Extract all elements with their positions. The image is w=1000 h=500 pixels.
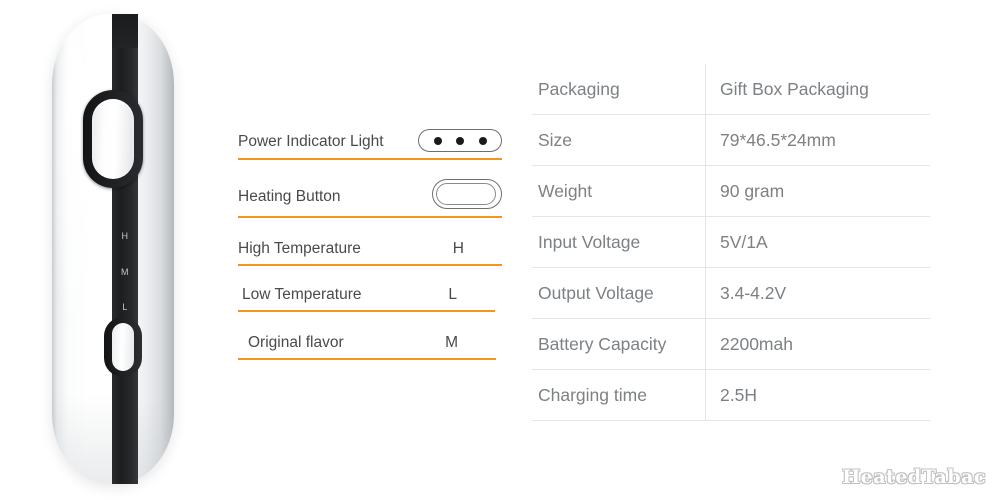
indicator-dot	[478, 136, 487, 145]
legend-value-original-flavor: M	[445, 334, 458, 351]
legend-label-low-temperature: Low Temperature	[242, 286, 362, 303]
legend-value-low-temperature: L	[448, 286, 457, 303]
legend-row-low-temperature: Low Temperature L	[238, 266, 495, 312]
legend-row-power-indicator-light: Power Indicator Light	[238, 124, 502, 160]
indicator-dot	[456, 136, 464, 145]
legend-label-power-indicator-light: Power Indicator Light	[238, 133, 384, 150]
device-power-button-inner	[92, 99, 134, 179]
device-mark-low: L	[122, 302, 128, 312]
spec-value-output-voltage: 3.4-4.2V	[720, 282, 787, 303]
spec-value-input-voltage: 5V/1A	[720, 231, 768, 252]
indicator-dot	[433, 136, 442, 145]
table-row: Packaging Gift Box Packaging	[532, 63, 930, 115]
table-row: Weight 90 gram	[532, 165, 930, 217]
spec-value-packaging: Gift Box Packaging	[720, 78, 869, 99]
spec-value-weight: 90 gram	[720, 180, 785, 201]
device-mode-button-inner	[112, 323, 134, 371]
spec-key-size: Size	[538, 129, 573, 150]
stadium-button-icon	[432, 179, 502, 209]
device-mark-medium: M	[121, 266, 129, 277]
table-row: Charging time 2.5H	[532, 369, 930, 421]
table-row: Input Voltage 5V/1A	[532, 216, 930, 268]
table-row: Output Voltage 3.4-4.2V	[532, 267, 930, 319]
spec-value-size: 79*46.5*24mm	[720, 129, 836, 150]
legend-value-high-temperature: H	[452, 240, 464, 257]
table-row: Battery Capacity 2200mah	[532, 318, 930, 370]
product-device-image: H M L	[52, 14, 174, 484]
device-mark-high: H	[121, 231, 129, 241]
device-stripe-top-cap	[112, 14, 138, 48]
three-dot-pill-icon	[418, 129, 502, 152]
spec-value-battery-capacity: 2200mah	[720, 333, 793, 354]
legend-label-high-temperature: High Temperature	[238, 240, 361, 257]
spec-key-weight: Weight	[538, 180, 593, 201]
legend-label-heating-button: Heating Button	[238, 188, 341, 205]
legend-row-high-temperature: High Temperature H	[238, 218, 502, 266]
device-power-button	[83, 90, 143, 188]
legend-row-original-flavor: Original flavor M	[238, 312, 496, 360]
spec-key-output-voltage: Output Voltage	[538, 282, 654, 303]
feature-legend-list: Power Indicator Light Heating Button Hig…	[238, 124, 502, 360]
spec-key-charging-time: Charging time	[538, 384, 647, 405]
product-spec-sheet: H M L Power Indicator Light Heating Butt…	[0, 0, 1000, 500]
spec-key-packaging: Packaging	[538, 78, 620, 99]
table-row: Size 79*46.5*24mm	[532, 114, 930, 166]
specification-table: Packaging Gift Box Packaging Size 79*46.…	[532, 63, 930, 421]
device-temperature-markings: H M L	[112, 232, 138, 312]
spec-key-battery-capacity: Battery Capacity	[538, 333, 667, 354]
device-mode-button	[104, 317, 142, 377]
spec-key-input-voltage: Input Voltage	[538, 231, 641, 252]
legend-row-heating-button: Heating Button	[238, 160, 502, 218]
spec-value-charging-time: 2.5H	[720, 384, 757, 405]
watermark-logo: HeatedTabac	[842, 466, 986, 488]
legend-label-original-flavor: Original flavor	[248, 334, 344, 351]
